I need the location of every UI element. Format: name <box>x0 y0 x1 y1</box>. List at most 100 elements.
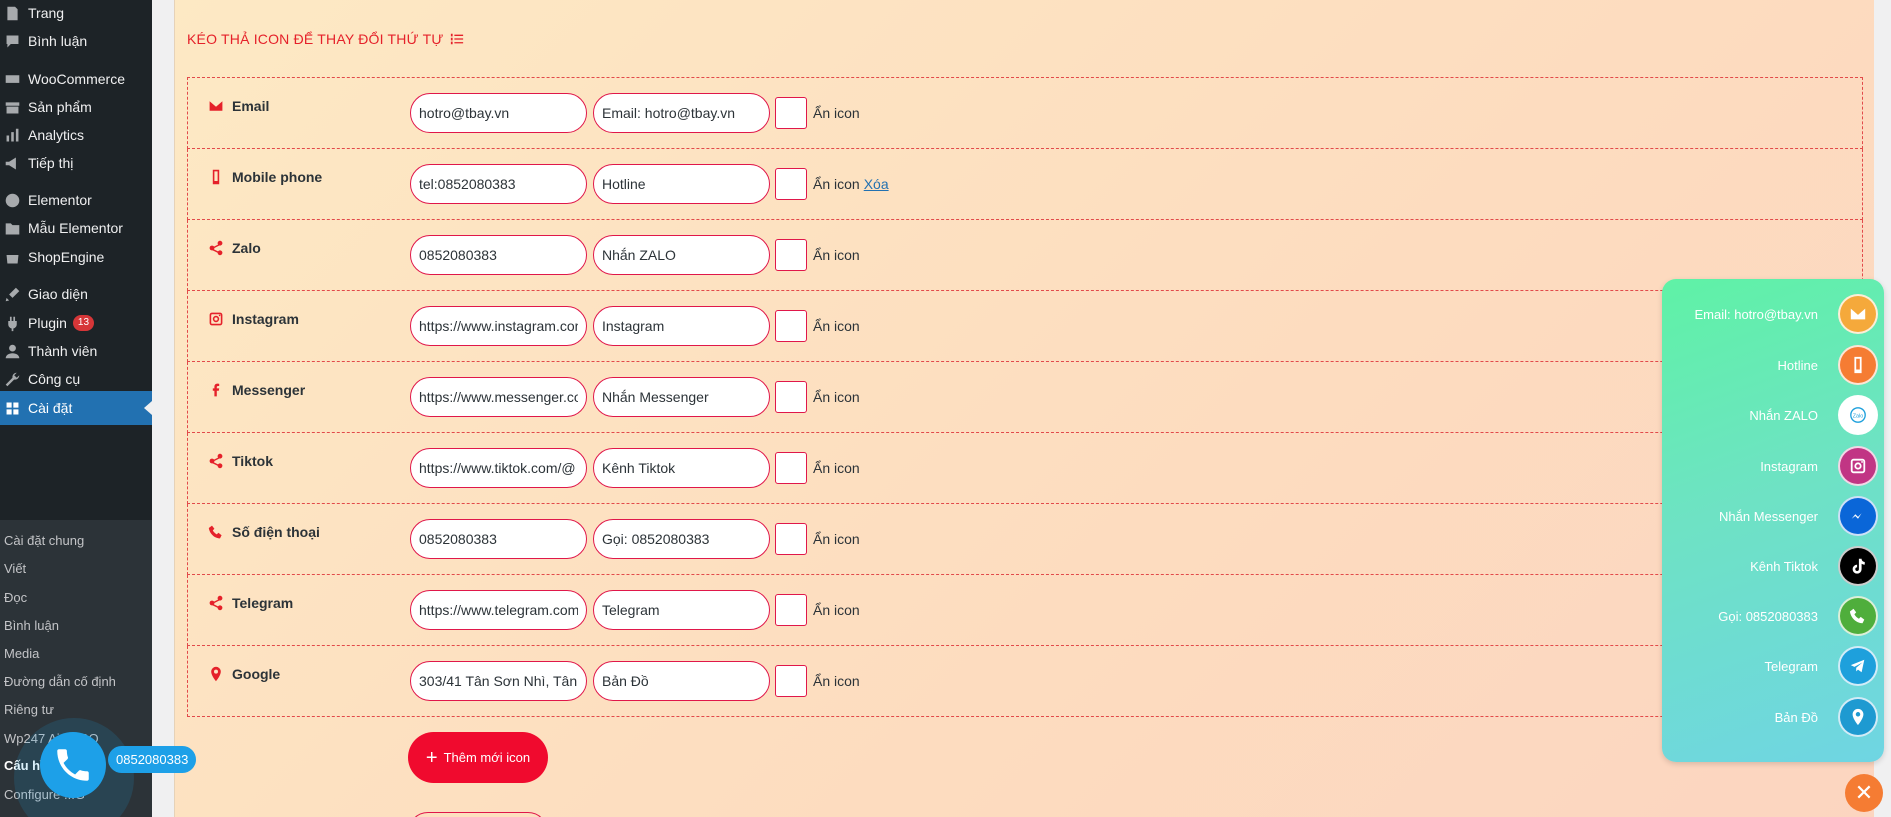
label-input[interactable] <box>593 377 770 417</box>
icon-row[interactable]: Instagram Ẩn icon <box>187 291 1863 362</box>
contact-icon-button[interactable] <box>1838 646 1878 686</box>
phone-number-pill[interactable]: 0852080383 <box>108 746 197 773</box>
phone-icon <box>208 525 222 539</box>
contact-item[interactable]: Nhắn ZALO Zalo <box>1749 394 1878 436</box>
hide-icon-checkbox[interactable] <box>775 523 807 555</box>
contact-label: Kênh Tiktok <box>1750 558 1818 574</box>
hide-icon-checkbox[interactable] <box>775 665 807 697</box>
row-label[interactable]: Email <box>208 98 269 114</box>
link-input[interactable] <box>410 661 587 701</box>
contact-icon-button[interactable] <box>1838 294 1878 334</box>
hide-icon-checkbox[interactable] <box>775 310 807 342</box>
sidebar-item-6[interactable]: Elementor <box>0 185 152 215</box>
link-input[interactable] <box>410 164 587 204</box>
label-input[interactable] <box>593 235 770 275</box>
sidebar-item-10[interactable]: Plugin 13 <box>0 308 152 338</box>
link-input[interactable] <box>410 235 587 275</box>
share-icon <box>209 453 223 469</box>
link-input[interactable] <box>410 306 587 346</box>
contact-icon-button[interactable] <box>1838 446 1878 486</box>
icon-row[interactable]: Telegram Ẩn icon <box>187 575 1863 646</box>
mobile-icon <box>212 169 220 185</box>
icon-row[interactable]: Zalo Ẩn icon <box>187 220 1863 291</box>
label-input[interactable] <box>593 164 770 204</box>
label-input[interactable] <box>593 519 770 559</box>
page-icon <box>6 6 18 20</box>
icon-row[interactable]: Mobile phone Ẩn iconXóa <box>187 149 1863 220</box>
submenu-item-5[interactable]: Đường dẫn cố định <box>4 674 116 689</box>
label-input[interactable] <box>593 661 770 701</box>
link-input[interactable] <box>410 377 587 417</box>
sidebar-item-8[interactable]: ShopEngine <box>0 242 152 272</box>
instagram-icon <box>1850 458 1866 474</box>
submenu-item-3[interactable]: Bình luận <box>4 618 59 633</box>
hide-icon-checkbox[interactable] <box>775 168 807 200</box>
row-label[interactable]: Số điện thoại <box>208 524 320 540</box>
contact-icon-button[interactable] <box>1838 546 1878 586</box>
label-input[interactable] <box>593 306 770 346</box>
hide-icon-checkbox[interactable] <box>775 97 807 129</box>
icon-row[interactable]: Messenger Ẩn icon <box>187 362 1863 433</box>
icon-row[interactable]: Số điện thoại Ẩn icon <box>187 504 1863 575</box>
submenu-item-2[interactable]: Đọc <box>4 590 27 605</box>
submenu-item-4[interactable]: Media <box>4 646 39 661</box>
hide-icon-checkbox[interactable] <box>775 594 807 626</box>
row-label[interactable]: Messenger <box>208 382 305 398</box>
sidebar-item-12[interactable]: Công cụ <box>0 364 152 394</box>
contact-item[interactable]: Nhắn Messenger <box>1719 495 1878 537</box>
label-input[interactable] <box>593 590 770 630</box>
submenu-item-1[interactable]: Viết <box>4 561 26 576</box>
row-label[interactable]: Mobile phone <box>208 169 322 185</box>
add-icon-button[interactable]: + Thêm mới icon <box>408 732 548 783</box>
sidebar-item-2[interactable]: WooCommerce <box>0 64 152 94</box>
sidebar-item-4[interactable]: Analytics <box>0 120 152 150</box>
hide-icon-text: Ẩn icon <box>813 460 860 476</box>
link-input[interactable] <box>410 590 587 630</box>
label-input[interactable] <box>593 93 770 133</box>
contact-item[interactable]: Gọi: 0852080383 <box>1718 595 1878 637</box>
contact-icon-button[interactable] <box>1838 496 1878 536</box>
icon-row[interactable]: Google Ẩn icon <box>187 646 1863 717</box>
archive-icon-wrap <box>2 97 22 117</box>
contact-item[interactable]: Bản Đồ <box>1775 696 1878 738</box>
contact-icon-button[interactable] <box>1838 596 1878 636</box>
submenu-item-6[interactable]: Riêng tư <box>4 702 54 717</box>
label-input[interactable] <box>593 448 770 488</box>
row-label[interactable]: Instagram <box>208 311 299 327</box>
link-input[interactable] <box>410 448 587 488</box>
sidebar-item-7[interactable]: Mẫu Elementor <box>0 213 152 243</box>
row-label[interactable]: Telegram <box>208 595 293 611</box>
contact-item[interactable]: Hotline <box>1778 344 1878 386</box>
sidebar-item-1[interactable]: Bình luận <box>0 26 152 56</box>
hide-icon-checkbox[interactable] <box>775 381 807 413</box>
wrench-icon-wrap <box>2 369 22 389</box>
close-widget-button[interactable]: ✕ <box>1845 774 1883 812</box>
sidebar-item-11[interactable]: Thành viên <box>0 336 152 366</box>
sidebar-item-5[interactable]: Tiếp thị <box>0 148 152 178</box>
link-input[interactable] <box>410 93 587 133</box>
link-input[interactable] <box>410 519 587 559</box>
contact-icon-button[interactable]: Zalo <box>1838 395 1878 435</box>
submenu-item-0[interactable]: Cài đặt chung <box>4 533 84 548</box>
sidebar-item-9[interactable]: Giao diện <box>0 279 152 309</box>
contact-item[interactable]: Kênh Tiktok <box>1750 545 1878 587</box>
delete-link[interactable]: Xóa <box>864 176 889 192</box>
sidebar-item-13[interactable]: Cài đặt <box>0 391 152 425</box>
icon-row[interactable]: Tiktok Ẩn icon <box>187 433 1863 504</box>
hide-icon-checkbox[interactable] <box>775 239 807 271</box>
icon-row[interactable]: Email Ẩn icon <box>187 77 1863 149</box>
row-label[interactable]: Tiktok <box>208 453 273 469</box>
row-label[interactable]: Zalo <box>208 240 261 256</box>
contact-item[interactable]: Telegram <box>1765 645 1878 687</box>
call-button[interactable] <box>40 732 106 798</box>
contact-item[interactable]: Email: hotro@tbay.vn <box>1694 293 1878 335</box>
contact-icon-button[interactable] <box>1838 697 1878 737</box>
elementor-icon <box>5 193 19 207</box>
contact-icon-button[interactable] <box>1838 345 1878 385</box>
contact-item[interactable]: Instagram <box>1760 445 1878 487</box>
sidebar-item-3[interactable]: Sản phẩm <box>0 92 152 122</box>
secondary-button[interactable] <box>408 812 548 817</box>
row-label[interactable]: Google <box>208 666 280 682</box>
sidebar-item-0[interactable]: Trang <box>0 0 152 28</box>
hide-icon-checkbox[interactable] <box>775 452 807 484</box>
